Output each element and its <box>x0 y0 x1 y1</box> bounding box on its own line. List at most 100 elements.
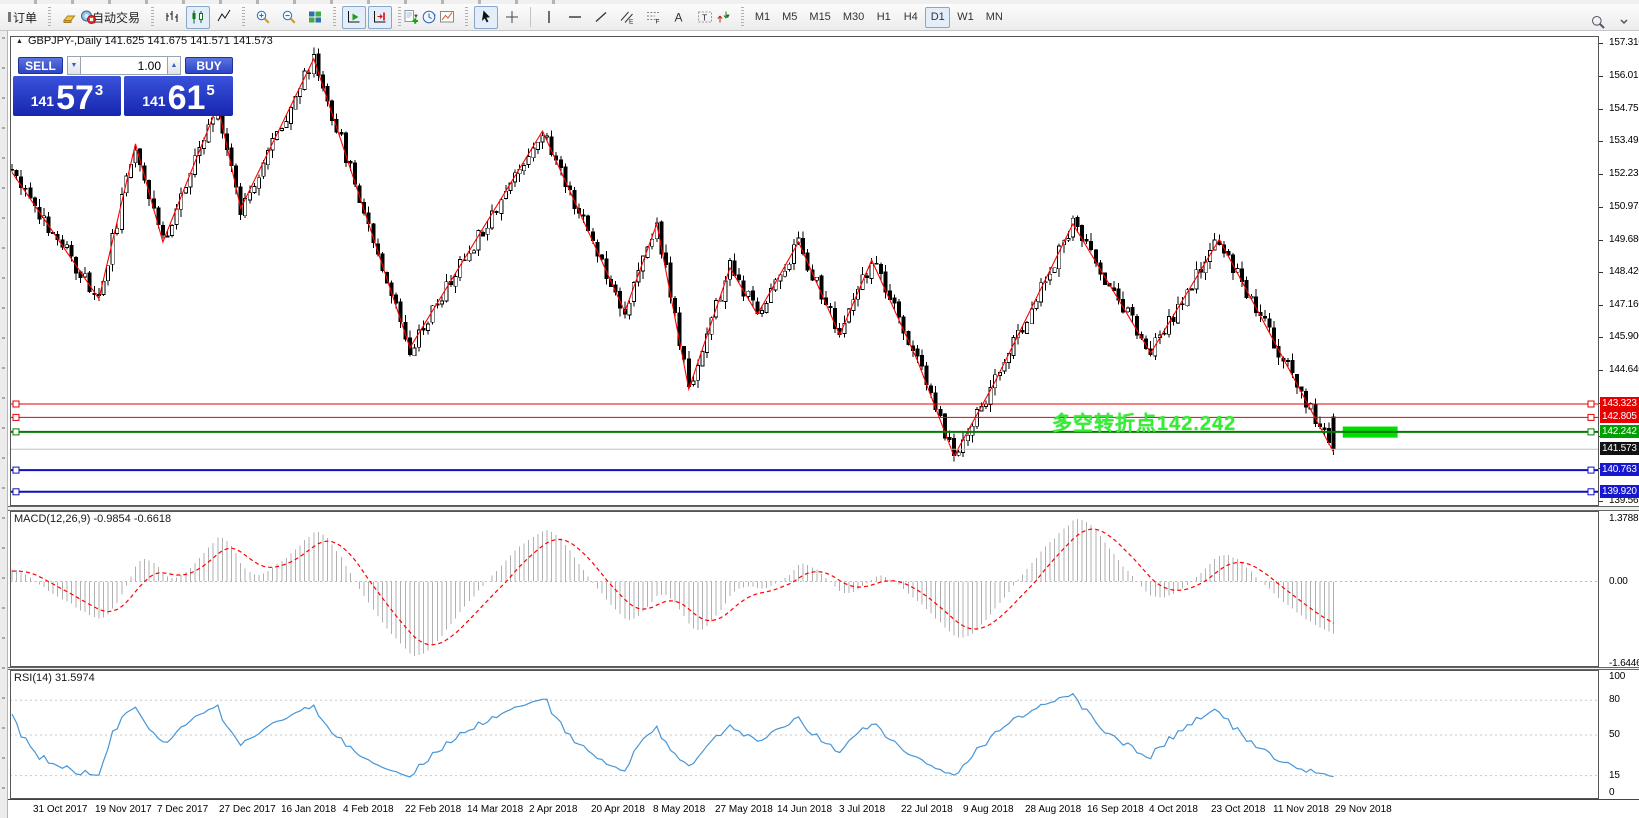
date-axis[interactable]: 31 Oct 201719 Nov 20177 Dec 201727 Dec 2… <box>8 799 1639 818</box>
timeframe-w1-button[interactable]: W1 <box>952 7 979 28</box>
date-tick-label: 27 May 2018 <box>715 804 773 815</box>
trendline-button[interactable] <box>589 6 613 29</box>
lot-increase-button[interactable]: ▲ <box>167 56 181 75</box>
template-button[interactable]: ▼ <box>443 6 459 29</box>
line-handle <box>1588 414 1594 420</box>
bar-chart-button[interactable] <box>160 6 184 29</box>
price-tick-mark <box>1599 43 1603 44</box>
grip-dots <box>2 37 5 797</box>
vertical-line-button[interactable] <box>537 6 561 29</box>
text-button[interactable]: A <box>667 6 691 29</box>
rsi-panel[interactable] <box>10 670 1599 799</box>
panel-separator[interactable] <box>8 667 1639 670</box>
svg-text:F: F <box>655 19 659 26</box>
tile-windows-button[interactable] <box>303 6 327 29</box>
date-tick-label: 16 Sep 2018 <box>1087 804 1144 815</box>
price-badge: 142.805 <box>1600 410 1639 423</box>
macd-panel[interactable] <box>10 511 1599 667</box>
price-tick-mark <box>1599 272 1603 273</box>
collapse-panel-icon[interactable]: ▲ <box>16 38 23 45</box>
timeframe-m5-button[interactable]: M5 <box>777 7 802 28</box>
toolbar-right <box>1585 10 1637 33</box>
date-tick-label: 3 Jul 2018 <box>839 804 885 815</box>
new-order-label: 订单 <box>13 9 37 26</box>
buy-button[interactable]: BUY <box>185 57 233 74</box>
docked-panel-strip[interactable] <box>0 31 8 818</box>
fibonacci-button[interactable]: F <box>641 6 665 29</box>
date-tick-label: 16 Jan 2018 <box>281 804 336 815</box>
autotrading-button[interactable]: 自动交易 <box>82 6 146 29</box>
buy-label: BUY <box>196 59 221 73</box>
toolbar-grip <box>398 7 401 27</box>
auto-scroll-button[interactable] <box>342 6 366 29</box>
equidistant-channel-button[interactable]: E <box>615 6 639 29</box>
toolbar-grip <box>242 7 245 27</box>
lot-size-input[interactable] <box>81 56 167 75</box>
zoom-out-button[interactable] <box>277 6 301 29</box>
price-tick-label: 145.900 <box>1609 331 1639 342</box>
rsi-tick-label: 15 <box>1609 770 1620 781</box>
macd-tick-label: 1.3788 <box>1609 513 1638 524</box>
price-tick-mark <box>1599 337 1603 338</box>
line-handle <box>1588 467 1594 473</box>
text-label-button[interactable]: T <box>693 6 717 29</box>
lot-decrease-button[interactable]: ▼ <box>67 56 81 75</box>
price-tick-label: 154.755 <box>1609 103 1639 114</box>
line-handle <box>1588 401 1594 407</box>
price-tick-mark <box>1599 240 1603 241</box>
date-tick-label: 28 Aug 2018 <box>1025 804 1081 815</box>
chart-window: ▲ GBPJPY-,Daily 141.625 141.675 141.571 … <box>8 31 1639 818</box>
sell-price-panel[interactable]: 141 57 3 <box>13 76 121 116</box>
timeframe-d1-button[interactable]: D1 <box>925 7 950 28</box>
horizontal-line-button[interactable] <box>563 6 587 29</box>
timeframe-h1-button[interactable]: H1 <box>871 7 896 28</box>
date-tick-label: 11 Nov 2018 <box>1273 804 1329 815</box>
sell-price-big: 57 <box>56 85 94 113</box>
chart-title: ▲ GBPJPY-,Daily 141.625 141.675 141.571 … <box>16 35 273 47</box>
timeframe-mn-button[interactable]: MN <box>981 7 1008 28</box>
search-button[interactable] <box>1586 10 1610 33</box>
zoom-in-button[interactable] <box>251 6 275 29</box>
price-tick-mark <box>1599 305 1603 306</box>
overflow-chevron-button[interactable] <box>1612 10 1636 33</box>
date-tick-label: 22 Jul 2018 <box>901 804 953 815</box>
price-tick-mark <box>1599 174 1603 175</box>
price-tick-label: 156.015 <box>1609 70 1639 81</box>
price-tick-label: 144.640 <box>1609 364 1639 375</box>
toolbar-grip <box>465 7 468 27</box>
price-tick-mark <box>1599 109 1603 110</box>
line-handle <box>1588 489 1594 495</box>
price-tick-mark <box>1599 501 1603 502</box>
price-tick-label: 157.310 <box>1609 37 1639 48</box>
toolbar-groups: ▼▼▼EFAT▼M1M5M15M30H1H4D1W1MN <box>146 6 1009 29</box>
timeframe-m30-button[interactable]: M30 <box>838 7 869 28</box>
crosshair-button[interactable] <box>500 6 524 29</box>
price-chart[interactable] <box>10 36 1599 506</box>
date-tick-label: 29 Nov 2018 <box>1335 804 1392 815</box>
timeframe-m15-button[interactable]: M15 <box>804 7 835 28</box>
buy-price-panel[interactable]: 141 61 5 <box>124 76 233 116</box>
chart-shift-button[interactable] <box>368 6 392 29</box>
line-handle <box>13 489 19 495</box>
candlestick-button[interactable] <box>186 6 210 29</box>
gold-button[interactable] <box>57 6 81 29</box>
panel-separator[interactable] <box>8 506 1639 511</box>
sell-button[interactable]: SELL <box>18 57 63 74</box>
price-badge: 142.242 <box>1600 425 1639 438</box>
timeframe-m1-button[interactable]: M1 <box>750 7 775 28</box>
price-badge: 139.920 <box>1600 485 1639 498</box>
cursor-button[interactable] <box>474 6 498 29</box>
line-handle <box>1588 429 1594 435</box>
buy-price-prefix: 141 <box>142 93 165 109</box>
new-order-button[interactable]: 订单 <box>2 6 43 29</box>
line-chart-button[interactable] <box>212 6 236 29</box>
price-tick-mark <box>1599 207 1603 208</box>
price-badge: 143.323 <box>1600 397 1639 410</box>
svg-text:A: A <box>674 11 682 25</box>
svg-text:T: T <box>702 13 707 23</box>
price-badge: 140.763 <box>1600 463 1639 476</box>
line-handle <box>13 414 19 420</box>
arrow-tools-button[interactable]: ▼ <box>719 6 735 29</box>
toolbar-separator <box>530 7 531 27</box>
timeframe-h4-button[interactable]: H4 <box>898 7 923 28</box>
